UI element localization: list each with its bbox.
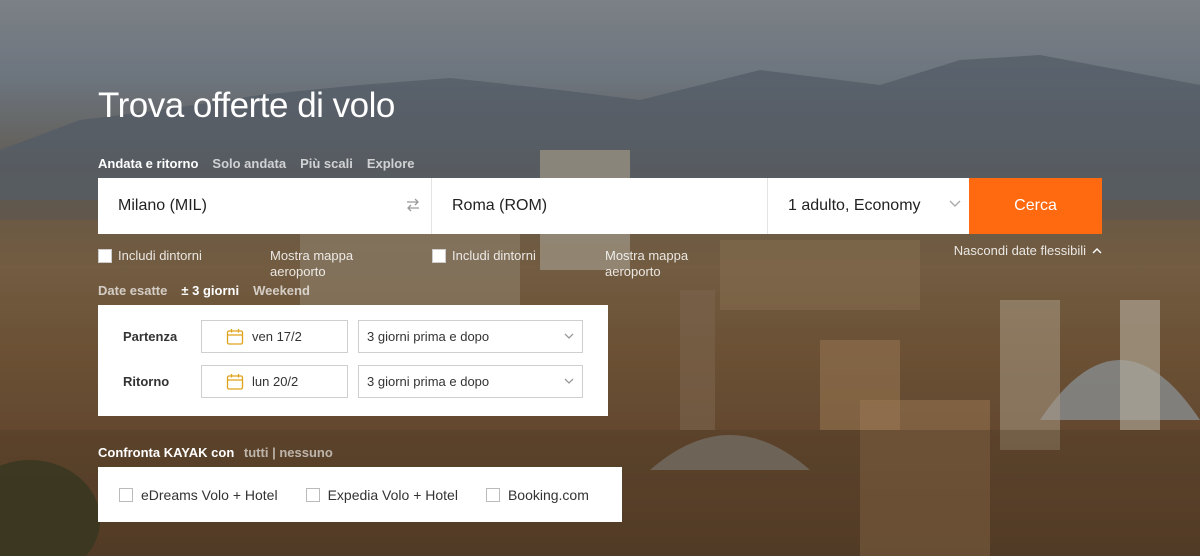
checkbox-box[interactable] [432,248,446,263]
destination-nearby-checkbox[interactable]: Includi dintorni [432,248,536,263]
hide-flexible-dates-link[interactable]: Nascondi date flessibili [954,243,1102,258]
departure-flex-value: 3 giorni prima e dopo [367,329,490,344]
origin-nearby-checkbox[interactable]: Includi dintorni [98,248,202,263]
select-none-link[interactable]: nessuno [279,445,332,460]
compare-item-label: Expedia Volo + Hotel [327,486,458,503]
return-date-input[interactable]: lun 20/2 [201,365,348,398]
select-all-link[interactable]: tutti [244,445,269,460]
tab-explore[interactable]: Explore [367,156,415,171]
swap-icon[interactable] [405,197,421,213]
hide-flexible-dates-label: Nascondi date flessibili [953,243,1086,258]
return-flex-select[interactable]: 3 giorni prima e dopo [358,365,583,398]
page-title: Trova offerte di volo [98,86,395,125]
compare-select-links: tutti | nessuno [244,445,333,460]
calendar-icon [226,329,244,345]
date-panel: Partenza ven 17/2 3 giorni prima e dopo … [98,305,608,416]
chevron-down-icon [564,378,574,384]
passengers-value: 1 adulto, Economy [788,197,921,214]
destination-map-link[interactable]: Mostra mappa aeroporto [605,248,715,280]
destination-input[interactable]: Roma (ROM) [432,178,768,234]
checkbox-box[interactable] [485,487,500,502]
return-label: Ritorno [123,374,170,389]
compare-item-booking[interactable]: Booking.com [485,486,589,503]
checkbox-box[interactable] [119,487,133,502]
tab-exact-dates[interactable]: Date esatte [98,283,167,298]
trip-type-tabs: Andata e ritorno Solo andata Più scali E… [98,156,415,171]
departure-label: Partenza [123,329,178,344]
destination-value: Roma (ROM) [452,197,548,214]
departure-flex-select[interactable]: 3 giorni prima e dopo [358,320,583,353]
departure-date-input[interactable]: ven 17/2 [201,320,348,353]
search-button[interactable]: Cerca [969,178,1102,234]
passengers-select[interactable]: 1 adulto, Economy [768,178,969,234]
destination-nearby-label: Includi dintorni [452,248,536,263]
origin-nearby-label: Includi dintorni [118,248,202,263]
compare-title: Confronta KAYAK con [98,445,235,460]
date-mode-tabs: Date esatte ± 3 giorni Weekend [98,283,310,298]
origin-value: Milano (MIL) [118,197,207,214]
chevron-up-icon [1092,248,1102,254]
checkbox-box[interactable] [305,487,320,502]
chevron-down-icon [564,333,574,339]
compare-header: Confronta KAYAK con tutti | nessuno [98,445,333,460]
compare-panel: eDreams Volo + Hotel Expedia Volo + Hote… [98,467,622,522]
compare-item-expedia[interactable]: Expedia Volo + Hotel [305,486,458,503]
return-flex-value: 3 giorni prima e dopo [367,374,490,389]
origin-map-link[interactable]: Mostra mappa aeroporto [270,248,380,280]
calendar-icon [226,374,244,390]
search-bar: Milano (MIL) Roma (ROM) 1 adulto, Econom… [98,178,1102,234]
chevron-down-icon [949,200,961,207]
compare-item-label: Booking.com [507,486,589,503]
compare-item-edreams[interactable]: eDreams Volo + Hotel [119,487,278,503]
origin-input[interactable]: Milano (MIL) [98,178,432,234]
tab-one-way[interactable]: Solo andata [212,156,286,171]
tab-multi-city[interactable]: Più scali [300,156,353,171]
compare-item-label: eDreams Volo + Hotel [141,486,278,503]
tab-round-trip[interactable]: Andata e ritorno [98,156,198,171]
checkbox-box[interactable] [98,248,112,263]
tab-plus-minus-3-days[interactable]: ± 3 giorni [181,283,239,298]
return-date-value: lun 20/2 [252,374,299,389]
tab-weekend[interactable]: Weekend [253,283,310,298]
departure-date-value: ven 17/2 [252,329,302,344]
separator: | [272,445,276,460]
